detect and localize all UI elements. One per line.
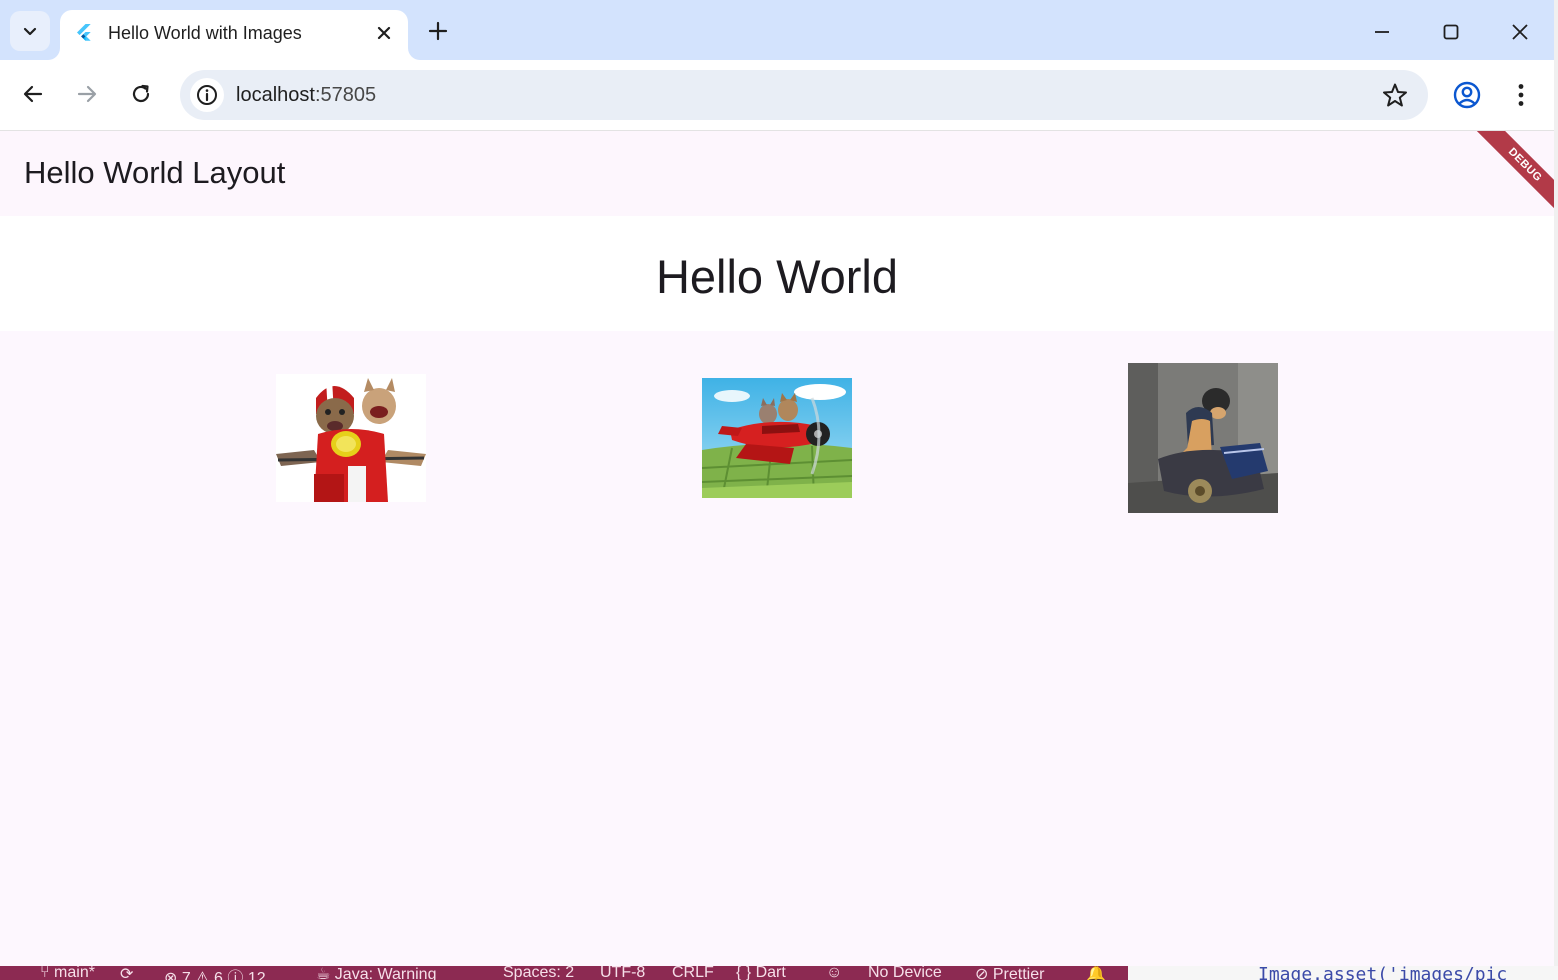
hello-section: Hello World [0, 216, 1554, 331]
reload-button[interactable] [123, 76, 159, 112]
maximize-icon [1443, 24, 1459, 40]
app-bar: Hello World Layout [0, 131, 1554, 216]
url-port: :57805 [314, 84, 377, 106]
hello-heading: Hello World [655, 250, 899, 303]
app-viewport: Hello World Layout Hello World DEBUG [0, 131, 1554, 966]
error-icon: ⊗ [164, 970, 182, 980]
forward-button[interactable] [69, 76, 105, 112]
url-text[interactable]: localhost:57805 [236, 84, 376, 107]
browser-toolbar: localhost:57805 [0, 60, 1554, 131]
prettier-icon: ⊘ [975, 966, 993, 980]
url-host: localhost [236, 84, 315, 106]
java-icon: ☕ [316, 966, 335, 980]
browser-window: Hello World with Images localhost:57805 … [0, 0, 1554, 966]
error-count: 7 [181, 970, 191, 980]
plus-icon [428, 21, 448, 41]
maximize-button[interactable] [1431, 12, 1471, 52]
screen: Hello World with Images localhost:57805 … [0, 0, 1558, 980]
minimize-button[interactable] [1362, 12, 1402, 52]
warning-count: 6 [214, 970, 223, 980]
cats-in-airplane-image [702, 378, 852, 498]
app-bar-title: Hello World Layout [24, 155, 286, 190]
images-row [0, 331, 1554, 531]
cat-on-motorcycle-image [1128, 363, 1278, 513]
git-branch[interactable]: ⑂ main* [40, 966, 95, 980]
git-branch-label: main* [54, 966, 95, 980]
active-tab[interactable]: Hello World with Images [60, 10, 408, 60]
warning-icon: ⚠ [195, 970, 215, 980]
info-icon: ⓘ [227, 970, 248, 980]
arrow-right-icon [77, 85, 97, 103]
site-info-button[interactable] [190, 78, 224, 112]
info-count: 12 [247, 970, 266, 980]
copilot-icon[interactable]: ☺ [826, 966, 842, 980]
flutter-icon [77, 24, 91, 41]
cats-in-airplane-illustration [702, 378, 852, 498]
cat-on-motorcycle-illustration [1128, 363, 1278, 513]
sync-icon[interactable]: ⟳ [120, 966, 133, 980]
java-status[interactable]: ☕ Java: Warning [316, 966, 436, 980]
prettier-label: Prettier [992, 966, 1045, 980]
back-button[interactable] [15, 76, 51, 112]
more-vertical-icon [1518, 84, 1524, 106]
tab-title: Hello World with Images [108, 23, 302, 43]
problems-indicator[interactable]: ⊗ 7 ⚠ 6 ⓘ 12 [164, 966, 266, 980]
encoding-status[interactable]: UTF-8 [600, 966, 645, 980]
star-icon[interactable] [1382, 82, 1408, 108]
tab-strip: Hello World with Images [0, 0, 1554, 60]
profile-icon[interactable] [1450, 78, 1484, 112]
prettier-status[interactable]: ⊘ Prettier [975, 966, 1044, 980]
ide-editor-peek: Image.asset('images/pic [1128, 966, 1558, 980]
cats-on-scooter-illustration [276, 374, 426, 502]
close-icon [1512, 24, 1528, 40]
eol-status[interactable]: CRLF [672, 966, 714, 980]
chevron-down-icon [23, 27, 37, 36]
debug-banner-label: DEBUG [1471, 131, 1554, 219]
language-status[interactable]: { } Dart [736, 966, 786, 980]
info-icon [197, 85, 217, 105]
minimize-icon [1375, 31, 1389, 33]
arrow-left-icon [23, 85, 43, 103]
browser-menu-button[interactable] [1506, 78, 1536, 112]
new-tab-button[interactable] [422, 15, 454, 47]
java-status-label: Java: Warning [334, 966, 437, 980]
background-window-edge [1554, 0, 1558, 980]
close-tab-button[interactable] [370, 19, 398, 47]
debug-banner: DEBUG [1454, 131, 1554, 231]
editor-code-line: Image.asset('images/pic [1258, 966, 1508, 980]
indentation-status[interactable]: Spaces: 2 [503, 966, 574, 980]
reload-icon [132, 84, 150, 103]
address-bar[interactable]: localhost:57805 [180, 70, 1428, 120]
device-status[interactable]: No Device [868, 966, 942, 980]
notifications-icon[interactable]: 🔔 [1086, 966, 1106, 980]
cats-on-scooter-image [276, 374, 426, 502]
tab-search-button[interactable] [10, 11, 50, 51]
git-branch-icon: ⑂ [40, 966, 55, 980]
close-icon [377, 26, 391, 40]
close-window-button[interactable] [1500, 12, 1540, 52]
